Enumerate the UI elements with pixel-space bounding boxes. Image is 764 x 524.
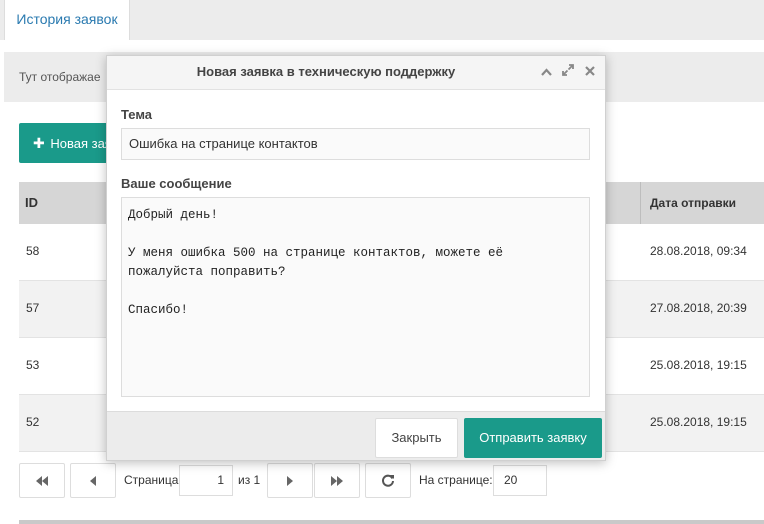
last-page-button[interactable] [314, 463, 360, 498]
cell-date: 25.08.2018, 19:15 [650, 358, 747, 372]
next-page-button[interactable] [267, 463, 313, 498]
per-page-input[interactable]: 20 [493, 465, 547, 496]
page-count-label: из 1 [238, 473, 261, 487]
chevron-right-icon [287, 475, 293, 486]
column-header-id[interactable]: ID [25, 182, 38, 224]
dialog-header[interactable]: Новая заявка в техническую поддержку [107, 56, 605, 90]
message-textarea[interactable]: Добрый день! У меня ошибка 500 на страни… [121, 197, 590, 397]
double-chevron-right-icon [331, 475, 343, 486]
column-header-date[interactable]: Дата отправки [640, 182, 764, 224]
tab-bar: История заявок [0, 0, 764, 40]
page-number-input[interactable]: 1 [179, 465, 233, 496]
cell-id: 53 [26, 358, 40, 372]
close-icon[interactable] [585, 56, 595, 88]
per-page-label: На странице: [419, 473, 493, 487]
collapse-icon[interactable] [540, 56, 552, 88]
close-button[interactable]: Закрыть [375, 418, 458, 458]
first-page-button[interactable] [19, 463, 65, 498]
prev-page-button[interactable] [70, 463, 116, 498]
cell-date: 25.08.2018, 19:15 [650, 415, 747, 429]
dialog-title: Новая заявка в техническую поддержку [196, 64, 456, 79]
plus-icon: ✚ [33, 135, 45, 151]
new-ticket-dialog: Новая заявка в техническую поддержку Тем… [106, 55, 606, 461]
page-label: Страница [124, 473, 179, 487]
pagination: Страница 1 из 1 На странице: 20 [19, 463, 619, 498]
cell-id: 52 [26, 415, 40, 429]
footer-divider [19, 520, 764, 524]
chevron-left-icon [90, 475, 96, 486]
subject-input[interactable]: Ошибка на странице контактов [121, 128, 590, 160]
refresh-icon [382, 474, 394, 487]
maximize-icon[interactable] [562, 56, 575, 88]
message-label: Ваше сообщение [121, 176, 232, 191]
dialog-controls [534, 56, 595, 90]
cell-date: 27.08.2018, 20:39 [650, 301, 747, 315]
subject-label: Тема [121, 107, 153, 122]
cell-id: 58 [26, 244, 40, 258]
cell-id: 57 [26, 301, 40, 315]
dialog-footer: Закрыть Отправить заявку [107, 411, 605, 460]
double-chevron-left-icon [36, 475, 48, 486]
send-request-button[interactable]: Отправить заявку [464, 418, 602, 458]
new-request-label: Новая зая [50, 136, 112, 151]
refresh-button[interactable] [365, 463, 411, 498]
tab-content-spacer [4, 40, 764, 52]
cell-date: 28.08.2018, 09:34 [650, 244, 747, 258]
tab-request-history[interactable]: История заявок [4, 0, 130, 40]
